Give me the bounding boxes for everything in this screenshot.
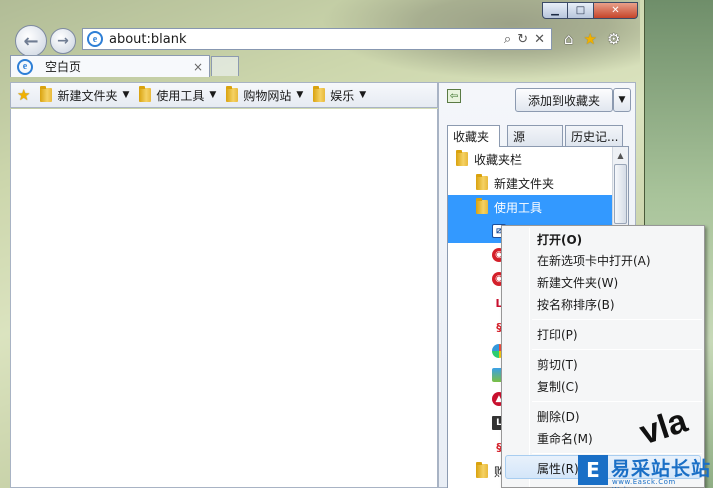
favbar-item-label: 购物网站 — [243, 88, 292, 103]
address-text[interactable]: about:blank — [109, 32, 504, 47]
menu-item-delete[interactable]: 删除(D) — [537, 406, 580, 426]
menu-item-rename[interactable]: 重命名(M) — [537, 428, 593, 448]
tree-item-favorites-bar[interactable]: 收藏夹栏 — [448, 147, 613, 171]
folder-icon — [476, 174, 488, 190]
menu-item-open[interactable]: 打开(O) — [537, 229, 582, 249]
stop-icon[interactable]: ✕ — [534, 32, 545, 47]
search-icon[interactable]: ⌕ — [504, 32, 511, 47]
menu-gutter — [529, 228, 530, 487]
folder-icon — [226, 86, 239, 102]
tab-favorites[interactable]: 收藏夹 — [447, 125, 500, 147]
ie-tab-icon: e — [17, 58, 33, 75]
menu-item-new-folder[interactable]: 新建文件夹(W) — [537, 272, 618, 292]
favbar-item-tools[interactable]: 使用工具 ▼ — [139, 86, 217, 104]
add-to-favorites-dropdown[interactable]: ▼ — [613, 88, 631, 112]
window-controls: ▁ □ ✕ — [542, 2, 638, 19]
favbar-item-entertainment[interactable]: 娱乐 ▼ — [313, 86, 367, 104]
address-bar[interactable]: e about:blank ⌕ ↻ ✕ — [82, 28, 552, 50]
chevron-down-icon: ▼ — [296, 90, 304, 100]
chevron-down-icon: ▼ — [359, 90, 367, 100]
context-menu: 打开(O) 在新选项卡中打开(A) 新建文件夹(W) 按名称排序(B) 打印(P… — [501, 225, 705, 488]
favorites-star-icon[interactable]: ★ — [584, 30, 597, 48]
scroll-thumb[interactable] — [614, 164, 627, 224]
minimize-button[interactable]: ▁ — [542, 2, 568, 19]
menu-item-sort-by-name[interactable]: 按名称排序(B) — [537, 294, 615, 314]
favorites-bar: ★ 新建文件夹 ▼ 使用工具 ▼ 购物网站 ▼ 娱乐 ▼ — [10, 82, 438, 108]
folder-icon — [139, 86, 152, 102]
favbar-item-label: 娱乐 — [330, 88, 355, 103]
folder-icon — [40, 86, 53, 102]
menu-separator — [532, 349, 702, 350]
address-tools: ⌕ ↻ ✕ — [504, 32, 551, 47]
maximize-button[interactable]: □ — [568, 2, 594, 19]
tree-item-new-folder[interactable]: 新建文件夹 — [448, 171, 613, 195]
favorites-bar-star-icon[interactable]: ★ — [17, 86, 30, 104]
tab-close-icon[interactable]: × — [193, 60, 203, 74]
tab-label: 空白页 — [45, 60, 82, 74]
menu-item-print[interactable]: 打印(P) — [537, 324, 578, 344]
forward-button[interactable]: → — [50, 28, 76, 54]
tree-item-label: 使用工具 — [494, 200, 543, 215]
folder-icon — [476, 462, 488, 478]
site-logo-text: 易采站长站 — [611, 458, 712, 480]
tab-feeds[interactable]: 源 — [507, 125, 563, 146]
folder-icon — [476, 198, 488, 214]
home-icon[interactable]: ⌂ — [564, 30, 574, 48]
add-to-favorites-button[interactable]: 添加到收藏夹 — [515, 88, 613, 112]
site-logo-icon: E — [578, 455, 608, 485]
gear-icon[interactable]: ⚙ — [607, 30, 620, 48]
command-icons: ⌂ ★ ⚙ — [564, 30, 620, 48]
menu-item-copy[interactable]: 复制(C) — [537, 376, 579, 396]
back-button[interactable]: ← — [15, 25, 47, 57]
scroll-up-icon[interactable]: ▲ — [613, 147, 628, 163]
site-logo-subtext: www.Easck.Com Webmaster — [612, 478, 676, 488]
menu-separator — [532, 319, 702, 320]
refresh-icon[interactable]: ↻ — [517, 32, 528, 47]
favbar-item-new-folder[interactable]: 新建文件夹 ▼ — [40, 86, 130, 104]
menu-item-properties[interactable]: 属性(R) — [537, 458, 579, 478]
favbar-item-label: 新建文件夹 — [57, 88, 118, 103]
chevron-down-icon: ▼ — [209, 90, 217, 100]
folder-icon — [313, 86, 326, 102]
pin-favorites-center-icon[interactable]: ⇦ — [447, 89, 461, 103]
tab-history[interactable]: 历史记... — [565, 125, 623, 146]
tree-item-label: 收藏夹栏 — [474, 152, 523, 167]
tree-item-tools[interactable]: 使用工具 — [448, 195, 613, 219]
chevron-down-icon: ▼ — [122, 90, 130, 100]
favbar-item-shopping[interactable]: 购物网站 ▼ — [226, 86, 304, 104]
tree-item-label: 新建文件夹 — [494, 176, 555, 191]
menu-item-open-new-tab[interactable]: 在新选项卡中打开(A) — [537, 250, 651, 270]
page-content[interactable] — [10, 109, 438, 488]
menu-item-cut[interactable]: 剪切(T) — [537, 354, 578, 374]
tab-blank-page[interactable]: e 空白页 × — [10, 55, 210, 77]
close-button[interactable]: ✕ — [594, 2, 638, 19]
new-tab-button[interactable] — [211, 56, 239, 76]
folder-icon — [456, 150, 468, 166]
ie-page-icon: e — [87, 31, 103, 47]
favbar-item-label: 使用工具 — [156, 88, 205, 103]
